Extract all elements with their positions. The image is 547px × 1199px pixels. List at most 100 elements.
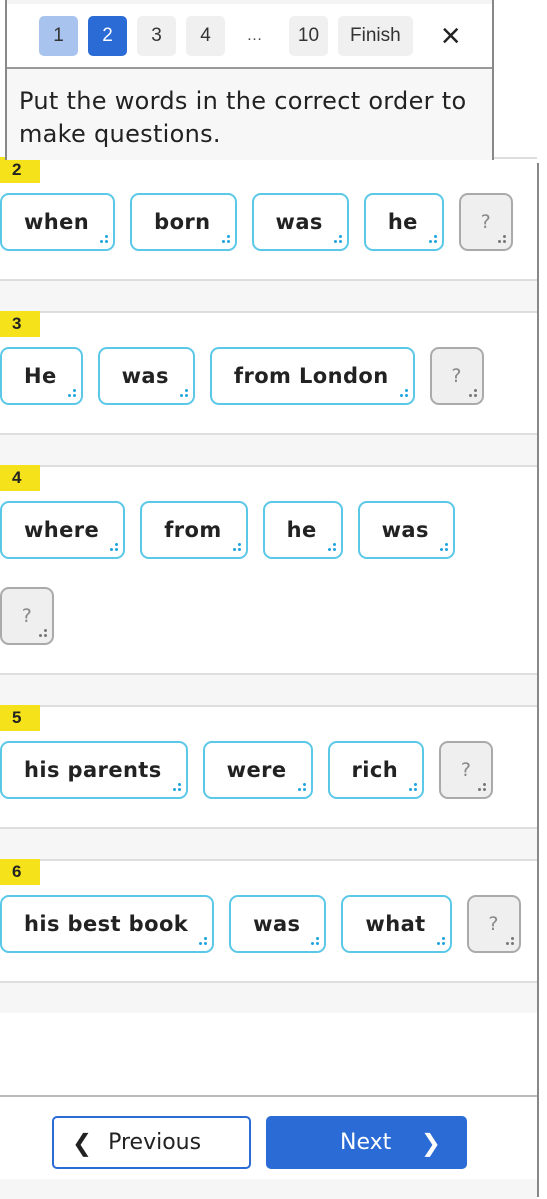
word-chip[interactable]: was <box>97 347 195 405</box>
word-chip[interactable]: were <box>202 741 313 799</box>
drag-handle-icon <box>327 543 336 552</box>
drag-handle-icon <box>198 937 208 946</box>
drag-handle-icon <box>408 783 418 792</box>
page-button-10[interactable]: 10 <box>289 15 328 56</box>
word-chip-label: when <box>24 210 90 234</box>
question-divider <box>0 433 537 465</box>
word-chip-label: rich <box>351 758 399 782</box>
blank-placeholder: ? <box>488 913 499 935</box>
footer-nav: ❮ Previous Next ❯ <box>0 1095 537 1199</box>
question-number-badge: 2 <box>0 157 40 183</box>
answer-blank-slot[interactable]: ? <box>458 193 513 251</box>
word-chip-label: was <box>253 912 301 936</box>
question-number-badge: 3 <box>0 311 40 337</box>
instructions-text: Put the words in the correct order to ma… <box>7 69 492 160</box>
word-chip-label: was <box>121 364 169 388</box>
answer-blank-slot[interactable]: ? <box>439 741 494 799</box>
word-chip-label: was <box>275 210 323 234</box>
answer-blank-slot[interactable]: ? <box>466 895 521 953</box>
question-number-badge: 5 <box>0 705 40 731</box>
next-label: Next <box>340 1130 392 1155</box>
word-chip[interactable]: He <box>0 347 83 405</box>
word-chip-label: from London <box>233 364 389 388</box>
answer-blank-slot[interactable]: ? <box>429 347 484 405</box>
page-button-1[interactable]: 1 <box>39 15 78 56</box>
word-chips: where from he was? <box>0 495 537 673</box>
question-divider <box>0 981 537 1013</box>
question-divider <box>0 279 537 311</box>
drag-handle-icon <box>99 235 109 244</box>
drag-handle-icon <box>310 937 320 946</box>
word-chip[interactable]: when <box>0 193 116 251</box>
word-chip[interactable]: was <box>357 501 455 559</box>
word-chip-label: from <box>164 518 222 542</box>
question-divider <box>0 827 537 859</box>
page-ellipsis: … <box>246 26 263 44</box>
word-chip[interactable]: what <box>341 895 452 953</box>
word-chip[interactable]: was <box>229 895 327 953</box>
blank-placeholder: ? <box>451 365 462 387</box>
page-button-4[interactable]: 4 <box>186 15 225 56</box>
close-icon[interactable]: × <box>441 19 461 53</box>
word-chips: his best book was what? <box>0 889 537 981</box>
word-chip[interactable]: born <box>130 193 237 251</box>
page-button-3[interactable]: 3 <box>137 15 176 56</box>
word-chip-label: were <box>226 758 287 782</box>
blank-placeholder: ? <box>460 759 472 781</box>
question-header: 5 <box>0 705 537 735</box>
word-chip-label: he <box>387 210 418 234</box>
drag-handle-icon <box>172 783 181 792</box>
word-chip[interactable]: rich <box>327 741 425 799</box>
question-header: 6 <box>0 859 537 889</box>
drag-handle-icon <box>399 389 408 398</box>
header-panel: 1 2 3 4 … 10 Finish × Put the words in t… <box>5 0 494 160</box>
word-chip[interactable]: he <box>262 501 343 559</box>
drag-handle-icon <box>221 235 230 244</box>
bottom-strip <box>0 1179 537 1199</box>
drag-handle-icon <box>477 783 487 792</box>
chevron-right-icon: ❯ <box>420 1128 441 1157</box>
drag-handle-icon <box>505 937 514 946</box>
next-button[interactable]: Next ❯ <box>266 1116 467 1169</box>
word-chip-label: he <box>286 518 317 542</box>
question-number-badge: 4 <box>0 465 40 491</box>
page-button-2[interactable]: 2 <box>88 15 127 56</box>
drag-handle-icon <box>436 937 445 946</box>
questions-panel: 2 when born was he? 3 He was from London? 4 where f… <box>0 157 539 1197</box>
answer-blank-slot[interactable]: ? <box>0 587 54 645</box>
question-divider <box>0 673 537 705</box>
question-header: 2 <box>0 157 537 187</box>
word-chip-label: his best book <box>24 912 189 936</box>
chevron-left-icon: ❮ <box>72 1128 93 1157</box>
drag-handle-icon <box>232 543 241 552</box>
word-chip[interactable]: his best book <box>0 895 215 953</box>
word-chips: He was from London? <box>0 341 537 433</box>
word-chip[interactable]: he <box>363 193 444 251</box>
word-chips: when born was he? <box>0 187 537 279</box>
word-chip[interactable]: his parents <box>0 741 188 799</box>
question-block: 5 his parents were rich? <box>0 705 537 859</box>
word-chip[interactable]: from London <box>209 347 415 405</box>
blank-placeholder: ? <box>21 605 33 627</box>
word-chip[interactable]: was <box>251 193 349 251</box>
pagination: 1 2 3 4 … 10 Finish × <box>7 4 492 69</box>
word-chip-label: what <box>365 912 426 936</box>
finish-button[interactable]: Finish <box>338 15 413 56</box>
word-chips: his parents were rich? <box>0 735 537 827</box>
drag-handle-icon <box>109 543 119 552</box>
question-block: 3 He was from London? <box>0 311 537 465</box>
word-chip[interactable]: where <box>0 501 126 559</box>
drag-handle-icon <box>179 389 188 398</box>
drag-handle-icon <box>468 389 477 398</box>
word-chip-label: He <box>24 364 57 388</box>
previous-button[interactable]: ❮ Previous <box>52 1116 251 1169</box>
question-header: 4 <box>0 465 537 495</box>
word-chip[interactable]: from <box>140 501 248 559</box>
drag-handle-icon <box>428 235 437 244</box>
question-block: 4 where from he was? <box>0 465 537 705</box>
question-header: 3 <box>0 311 537 341</box>
drag-handle-icon <box>297 783 306 792</box>
word-chip-label: born <box>154 210 211 234</box>
drag-handle-icon <box>333 235 342 244</box>
question-block: 6 his best book was what? <box>0 859 537 1013</box>
